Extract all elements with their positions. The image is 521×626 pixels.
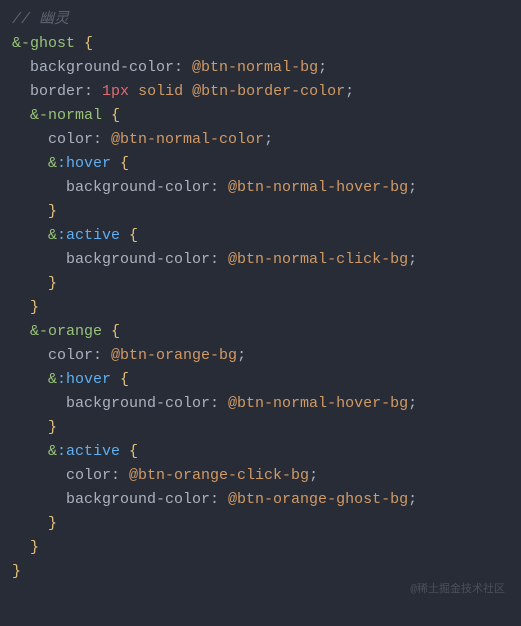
code-line: } [0, 560, 521, 584]
code-line: color: @btn-normal-color; [0, 128, 521, 152]
pseudo-class: :active [57, 227, 120, 244]
code-line: } [0, 272, 521, 296]
selector: & [48, 371, 57, 388]
punct: : [210, 179, 228, 196]
code-line: &:active { [0, 224, 521, 248]
punct: : [174, 59, 192, 76]
selector: &-ghost [12, 35, 75, 52]
property: background-color [66, 395, 210, 412]
code-line: color: @btn-orange-click-bg; [0, 464, 521, 488]
code-line: // 幽灵 [0, 8, 521, 32]
property: background-color [66, 491, 210, 508]
pseudo-class: :active [57, 443, 120, 460]
brace: { [120, 443, 138, 460]
brace: } [48, 515, 57, 532]
code-line: } [0, 512, 521, 536]
property: color [48, 131, 93, 148]
brace: { [75, 35, 93, 52]
property: color [48, 347, 93, 364]
code-line: background-color: @btn-normal-hover-bg; [0, 176, 521, 200]
variable: @btn-border-color [192, 83, 345, 100]
property: color [66, 467, 111, 484]
selector: & [48, 155, 57, 172]
punct: : [84, 83, 102, 100]
code-line: background-color: @btn-normal-bg; [0, 56, 521, 80]
variable: @btn-normal-hover-bg [228, 179, 408, 196]
property: background-color [66, 179, 210, 196]
code-line: background-color: @btn-normal-click-bg; [0, 248, 521, 272]
punct: ; [408, 179, 417, 196]
variable: @btn-normal-bg [192, 59, 318, 76]
code-block: // 幽灵 &-ghost { background-color: @btn-n… [0, 8, 521, 584]
punct: ; [318, 59, 327, 76]
code-line: &:hover { [0, 152, 521, 176]
brace: { [120, 227, 138, 244]
selector: &-orange [30, 323, 102, 340]
pseudo-class: :hover [57, 155, 111, 172]
punct: : [93, 347, 111, 364]
brace: } [30, 299, 39, 316]
punct: ; [408, 251, 417, 268]
code-line: border: 1px solid @btn-border-color; [0, 80, 521, 104]
punct: : [210, 251, 228, 268]
code-line: &-orange { [0, 320, 521, 344]
punct: ; [309, 467, 318, 484]
brace: { [111, 155, 129, 172]
code-line: } [0, 536, 521, 560]
variable: @btn-orange-bg [111, 347, 237, 364]
comment-text: // 幽灵 [12, 11, 69, 28]
brace: { [102, 323, 120, 340]
code-line: } [0, 296, 521, 320]
variable: @btn-normal-hover-bg [228, 395, 408, 412]
property: background-color [66, 251, 210, 268]
punct: ; [237, 347, 246, 364]
watermark: @稀土掘金技术社区 [410, 582, 505, 600]
code-line: } [0, 200, 521, 224]
brace: } [48, 419, 57, 436]
selector: & [48, 227, 57, 244]
brace: } [12, 563, 21, 580]
variable: @btn-orange-click-bg [129, 467, 309, 484]
brace: } [48, 203, 57, 220]
brace: } [30, 539, 39, 556]
punct [129, 83, 138, 100]
code-line: background-color: @btn-orange-ghost-bg; [0, 488, 521, 512]
brace: { [102, 107, 120, 124]
variable: @btn-orange-ghost-bg [228, 491, 408, 508]
code-line: color: @btn-orange-bg; [0, 344, 521, 368]
punct: : [93, 131, 111, 148]
punct: : [111, 467, 129, 484]
brace: { [111, 371, 129, 388]
code-line: background-color: @btn-normal-hover-bg; [0, 392, 521, 416]
code-line: &:hover { [0, 368, 521, 392]
punct: ; [264, 131, 273, 148]
number: 1px [102, 83, 129, 100]
variable: @btn-normal-click-bg [228, 251, 408, 268]
punct: : [210, 395, 228, 412]
punct: ; [408, 491, 417, 508]
brace: } [48, 275, 57, 292]
code-line: &-normal { [0, 104, 521, 128]
code-line: } [0, 416, 521, 440]
selector: & [48, 443, 57, 460]
punct: ; [345, 83, 354, 100]
punct [183, 83, 192, 100]
punct: : [210, 491, 228, 508]
code-line: &-ghost { [0, 32, 521, 56]
property: background-color [30, 59, 174, 76]
property: border [30, 83, 84, 100]
punct: ; [408, 395, 417, 412]
pseudo-class: :hover [57, 371, 111, 388]
selector: &-normal [30, 107, 102, 124]
keyword: solid [138, 83, 183, 100]
code-line: &:active { [0, 440, 521, 464]
variable: @btn-normal-color [111, 131, 264, 148]
